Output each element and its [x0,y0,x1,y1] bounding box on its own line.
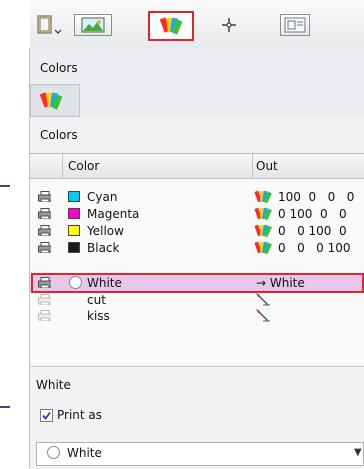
crosshair-tool-button[interactable] [214,14,244,36]
cutter-knife-icon [256,293,270,306]
chevron-down-icon[interactable]: ▼ [354,447,362,458]
crosshair-icon [222,18,236,32]
printer-icon[interactable] [38,208,51,219]
color-swatches-icon [254,190,272,204]
color-swatches-icon [254,241,272,255]
colors-table-header: Color Out [30,154,364,179]
printer-icon[interactable] [38,310,51,321]
out-value: 0 0 100 0 [278,224,347,238]
color-swatch [68,242,80,253]
image-landscape-icon [81,17,105,33]
checkmark-icon [42,411,51,420]
table-row[interactable]: Black 0 0 0 100 [30,240,364,256]
color-swatches-icon [159,17,183,35]
table-row[interactable]: Cyan 100 0 0 0 [30,189,364,205]
color-name: cut [87,293,106,307]
printer-icon[interactable] [38,225,51,236]
color-swatch [68,208,80,219]
color-swatches-icon [39,92,63,110]
colors-table [30,153,364,364]
color-name: Cyan [87,190,118,204]
printer-icon[interactable] [38,242,51,253]
column-header-out[interactable]: Out [256,159,278,173]
color-swatches-icon [254,224,272,238]
table-row[interactable]: Yellow 0 0 100 0 [30,223,364,239]
printer-icon[interactable] [38,191,51,202]
color-name: kiss [87,309,110,323]
table-row[interactable]: kiss [30,308,364,324]
color-name: Magenta [87,207,140,221]
table-row[interactable]: Magenta 0 100 0 0 [30,206,364,222]
color-swatches-icon [254,207,272,221]
colors-panel-tab[interactable] [30,84,80,117]
print-as-label: Print as [57,408,103,422]
color-name: Black [87,241,120,255]
document-page-icon [37,15,62,34]
layout-frame-icon [284,17,306,33]
colors-top-title: Colors [40,61,78,75]
page-tool-button[interactable] [34,14,64,36]
cutter-knife-icon [256,309,270,322]
color-swatch [68,191,80,202]
printer-icon[interactable] [38,294,51,305]
layout-tool-button[interactable] [280,14,310,36]
image-tool-button[interactable] [74,14,112,36]
color-name: Yellow [87,224,124,238]
white-radio-icon [47,446,60,459]
colors-tool-button[interactable] [148,11,194,41]
table-row[interactable]: cut [30,292,364,308]
white-settings-title: White [36,378,71,392]
colors-top-panel [30,48,364,119]
callout-leader [0,185,10,187]
column-header-color[interactable]: Color [68,159,99,173]
colors-list-title: Colors [40,128,78,142]
column-separator [62,154,63,178]
selected-row-callout [31,273,364,293]
print-as-dropdown-value: White [67,446,102,460]
out-value: 100 0 0 0 [278,190,355,204]
toolbar [30,0,364,49]
out-value: 0 0 0 100 [278,241,351,255]
callout-leader [0,406,10,408]
column-separator[interactable] [252,154,253,178]
print-as-checkbox[interactable] [40,409,53,422]
color-swatch [68,225,80,236]
out-value: 0 100 0 0 [278,207,347,221]
